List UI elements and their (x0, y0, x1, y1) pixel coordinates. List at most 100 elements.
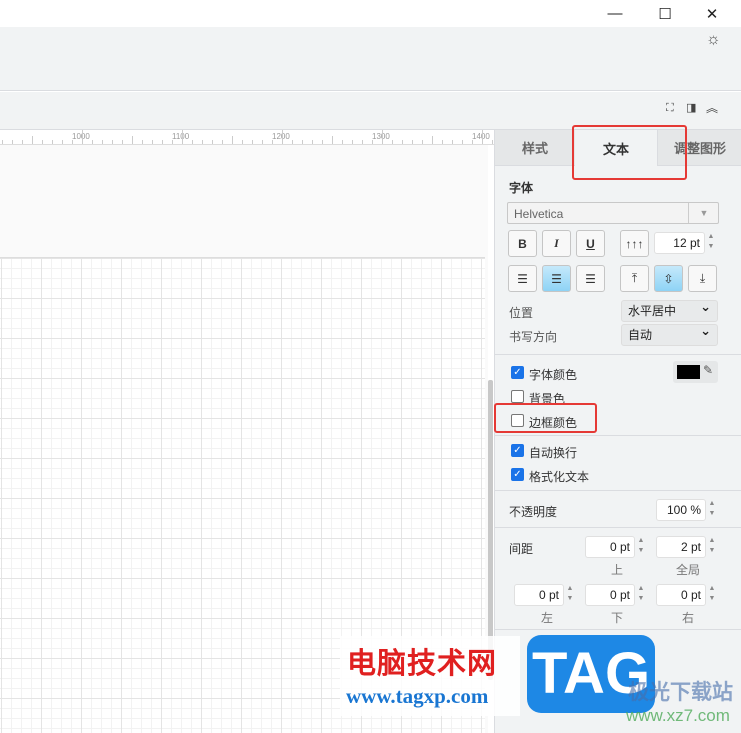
toggle-panel-icon[interactable]: ◨ (686, 101, 696, 114)
formatted-text-label: 格式化文本 (529, 470, 590, 484)
vertical-scrollbar[interactable] (488, 380, 493, 680)
spacing-global-input[interactable]: 2 pt (656, 536, 706, 558)
word-wrap-checkbox[interactable]: ✓ (511, 444, 524, 457)
spacing-global-label: 全局 (675, 563, 700, 577)
ruler-tick (12, 140, 13, 144)
font-family-value: Helvetica (514, 207, 564, 221)
ruler-tick (462, 140, 463, 144)
ruler-tick (32, 136, 33, 144)
ruler-tick (342, 140, 343, 144)
italic-button[interactable]: I (542, 230, 571, 257)
tab-style[interactable]: 样式 (495, 130, 575, 166)
font-size-stepper[interactable]: ▲ ▼ (706, 232, 716, 254)
ruler-tick (252, 140, 253, 144)
ruler-label: 1100 (172, 132, 190, 141)
align-top-icon[interactable]: ⤒ (620, 265, 649, 292)
ruler-tick (102, 140, 103, 144)
spacing-right-label: 右 (681, 611, 694, 625)
align-left-icon[interactable]: ☰ (508, 265, 537, 292)
ruler-tick (112, 140, 113, 144)
ruler-tick (192, 140, 193, 144)
ruler-tick (142, 140, 143, 144)
spacing-left-stepper[interactable]: ▲ ▼ (565, 584, 575, 606)
align-middle-icon[interactable]: ⇳ (654, 265, 683, 292)
ruler-tick (62, 140, 63, 144)
ruler-tick (402, 140, 403, 144)
ruler-tick (22, 140, 23, 144)
highlight-box (572, 125, 687, 180)
position-value: 水平居中 (628, 304, 677, 318)
ruler-tick (412, 140, 413, 144)
sun-icon[interactable]: ☼ (706, 31, 721, 49)
bold-button[interactable]: B (508, 230, 537, 257)
word-wrap-label: 自动换行 (529, 446, 578, 460)
maximize-icon[interactable]: ☐ (645, 0, 685, 27)
font-section-label: 字体 (509, 181, 534, 195)
position-label: 位置 (509, 306, 534, 320)
font-size-input[interactable]: 12 pt (654, 232, 705, 254)
ruler-tick (382, 130, 383, 144)
minimize-icon[interactable]: — (595, 0, 635, 27)
font-color-picker[interactable]: ✎ (673, 361, 718, 383)
ruler-tick (312, 140, 313, 144)
fullscreen-icon[interactable]: ⛶ (666, 102, 674, 115)
ruler-tick (422, 140, 423, 144)
watermark-site-name: 电脑技术网 (347, 648, 498, 680)
direction-label: 书写方向 (509, 330, 558, 344)
spacing-right-input[interactable]: 0 pt (656, 584, 706, 606)
opacity-label: 不透明度 (509, 505, 558, 519)
font-color-label: 字体颜色 (529, 368, 578, 382)
ruler-tick (212, 140, 213, 144)
vertical-text-icon[interactable]: ↑↑↑ (620, 230, 649, 257)
ruler-tick (392, 140, 393, 144)
horizontal-ruler: 1000 1100 1200 1300 1400 (0, 130, 494, 145)
opacity-stepper[interactable]: ▲ ▼ (707, 499, 717, 521)
ruler-tick (92, 140, 93, 144)
position-select[interactable]: 水平居中 (621, 297, 718, 322)
spacing-top-stepper[interactable]: ▲ ▼ (636, 536, 646, 558)
align-center-icon[interactable]: ☰ (542, 265, 571, 292)
ruler-tick (132, 136, 133, 144)
direction-select[interactable]: 自动 (621, 321, 718, 346)
ruler-tick (352, 140, 353, 144)
color-swatch (677, 365, 700, 379)
spacing-label: 间距 (509, 542, 534, 556)
spacing-bottom-stepper[interactable]: ▲ ▼ (636, 584, 646, 606)
font-color-checkbox[interactable]: ✓ (511, 366, 524, 379)
ruler-tick (82, 130, 83, 144)
ruler-tick (72, 140, 73, 144)
spacing-top-label: 上 (610, 563, 623, 577)
ruler-tick (372, 140, 373, 144)
close-icon[interactable]: ✕ (692, 0, 732, 27)
ruler-tick (452, 140, 453, 144)
align-right-icon[interactable]: ☰ (576, 265, 605, 292)
spacing-bottom-input[interactable]: 0 pt (585, 584, 635, 606)
ruler-tick (282, 130, 283, 144)
ruler-tick (232, 136, 233, 144)
ruler-tick (322, 140, 323, 144)
collapse-icon[interactable]: ︽ (706, 99, 718, 116)
font-family-select[interactable]: Helvetica ▼ (507, 202, 719, 224)
underline-button[interactable]: U (576, 230, 605, 257)
spacing-left-label: 左 (540, 611, 553, 625)
watermark-site2-url: www.xz7.com (626, 706, 730, 725)
spacing-left-input[interactable]: 0 pt (514, 584, 564, 606)
spacing-right-stepper[interactable]: ▲ ▼ (707, 584, 717, 606)
divider (495, 354, 741, 355)
ruler-tick (332, 136, 333, 144)
opacity-input[interactable]: 100 % (656, 499, 706, 521)
ruler-tick (182, 130, 183, 144)
formatted-text-checkbox[interactable]: ✓ (511, 468, 524, 481)
chevron-down-icon: ▼ (688, 203, 719, 223)
spacing-top-input[interactable]: 0 pt (585, 536, 635, 558)
ruler-tick (162, 140, 163, 144)
ruler-tick (302, 140, 303, 144)
ruler-label: 1300 (372, 132, 390, 141)
main-toolbar: ☼ (0, 27, 741, 91)
ruler-tick (472, 140, 473, 144)
eyedropper-icon[interactable]: ✎ (703, 363, 713, 377)
ruler-tick (172, 140, 173, 144)
background-color-checkbox[interactable] (511, 390, 524, 403)
spacing-global-stepper[interactable]: ▲ ▼ (707, 536, 717, 558)
align-bottom-icon[interactable]: ⤓ (688, 265, 717, 292)
